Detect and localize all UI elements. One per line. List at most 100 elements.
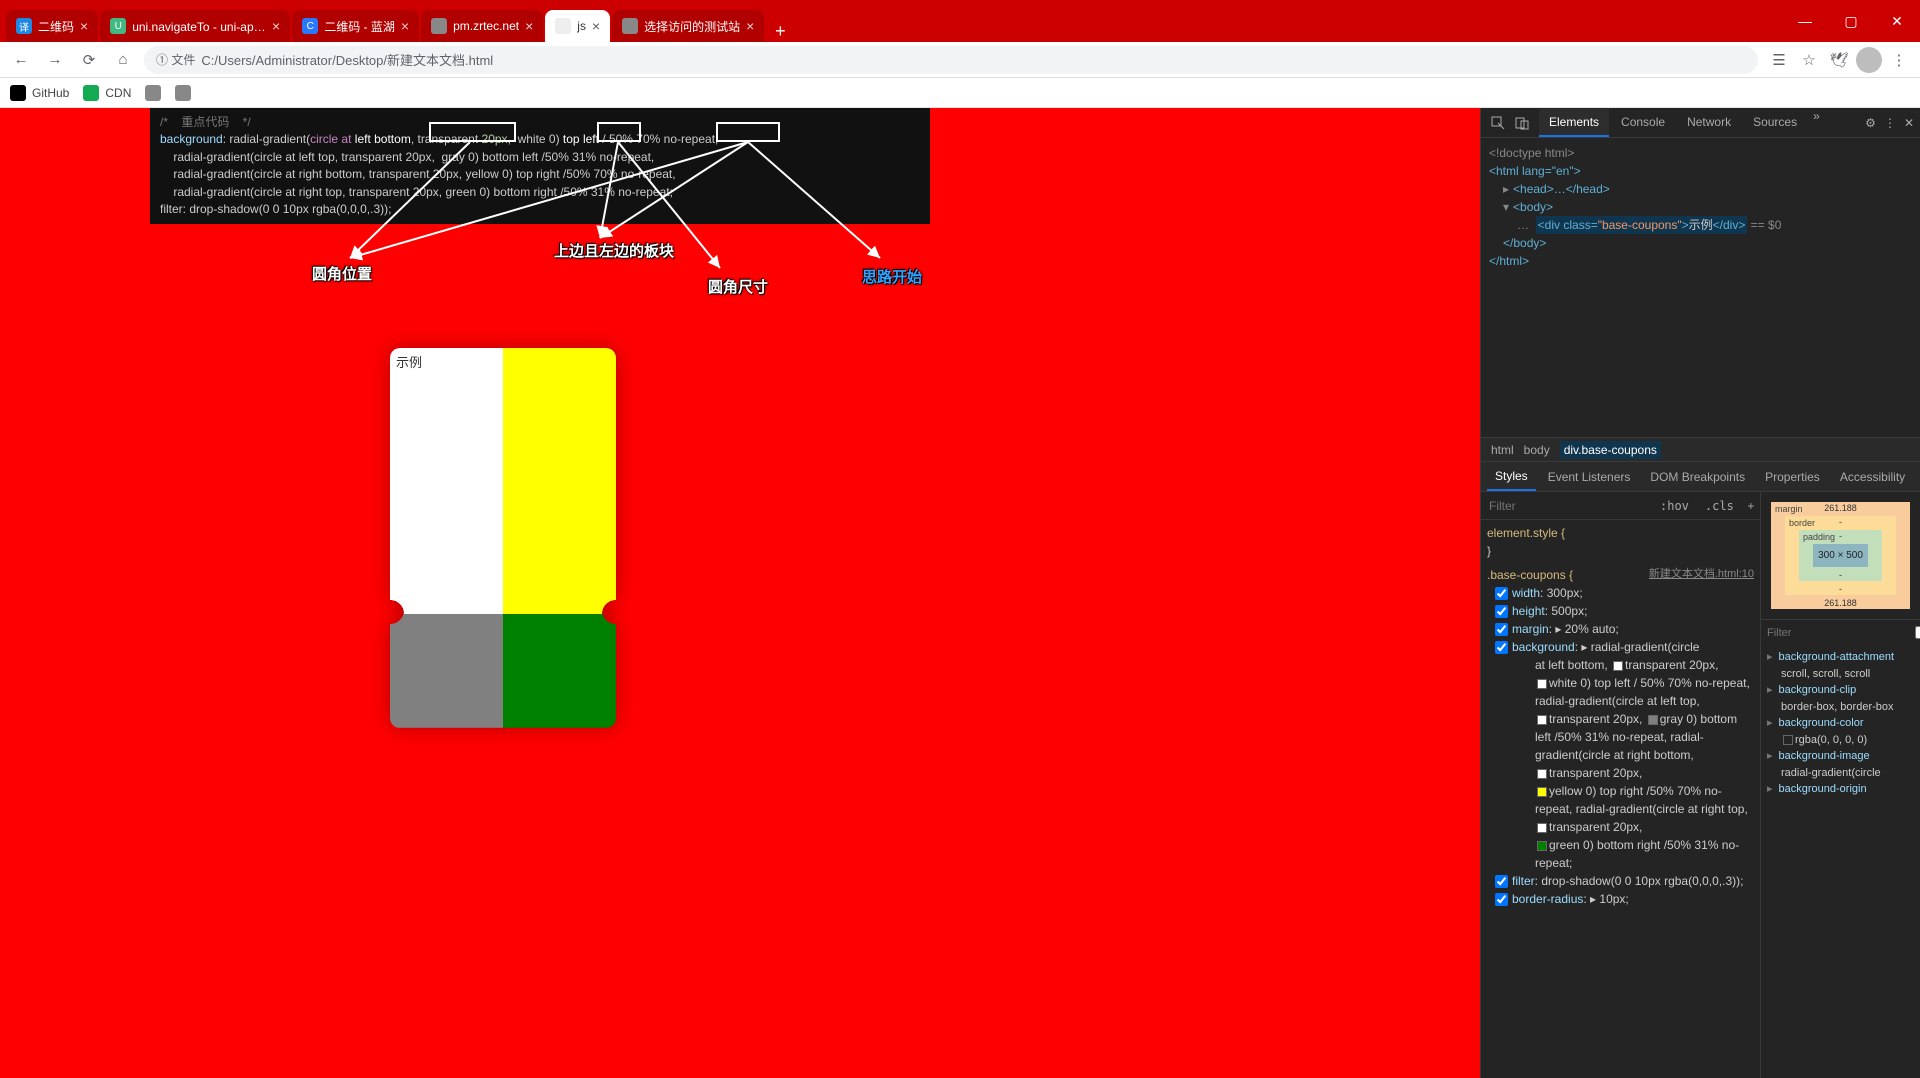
rule-toggle-border-radius[interactable]: [1495, 893, 1508, 906]
nav-home-button[interactable]: ⌂: [110, 47, 136, 73]
computed-prop-name[interactable]: background-attachment: [1779, 649, 1895, 666]
bookmark-item[interactable]: [145, 85, 161, 101]
window-maximize-button[interactable]: ▢: [1828, 0, 1874, 42]
bookmarks-bar: GitHub CDN: [0, 78, 1920, 108]
rule-toggle-margin[interactable]: [1495, 623, 1508, 636]
node-body-close[interactable]: </body>: [1503, 236, 1546, 250]
tab-close-icon[interactable]: ×: [592, 18, 600, 34]
styles-tab-styles[interactable]: Styles: [1487, 463, 1536, 491]
omnibox-file-chip: ① 文件: [156, 51, 195, 68]
chrome-menu-button[interactable]: ⋮: [1886, 47, 1912, 73]
nav-reload-button[interactable]: ⟳: [76, 47, 102, 73]
devtools-tabs-more-icon[interactable]: »: [1813, 109, 1820, 137]
styles-tab-properties[interactable]: Properties: [1757, 464, 1828, 490]
rule-toggle-width[interactable]: [1495, 587, 1508, 600]
devtools-tab-sources[interactable]: Sources: [1743, 109, 1807, 137]
computed-prop-name[interactable]: background-clip: [1779, 682, 1857, 699]
styles-new-rule-button[interactable]: +: [1742, 499, 1760, 513]
devtools-tab-console[interactable]: Console: [1611, 109, 1675, 137]
node-html-close[interactable]: </html>: [1489, 254, 1529, 268]
node-html-open[interactable]: <html lang="en">: [1489, 164, 1581, 178]
rule-toggle-height[interactable]: [1495, 605, 1508, 618]
bookmark-item[interactable]: [175, 85, 191, 101]
tab-favicon-2: C: [302, 18, 318, 34]
bookmark-label: GitHub: [32, 86, 69, 100]
rule-source-link[interactable]: 新建文本文档.html:10: [1649, 566, 1754, 583]
new-tab-button[interactable]: +: [766, 21, 794, 42]
rendered-page: /* 重点代码 */ background: radial-gradient(c…: [0, 108, 1480, 1078]
rule-element-style[interactable]: element.style { }: [1487, 524, 1754, 560]
bookmark-github[interactable]: GitHub: [10, 85, 69, 101]
computed-showall-checkbox[interactable]: [1915, 626, 1920, 639]
annotation-corner-position: 圆角位置: [312, 263, 372, 284]
tab-close-icon[interactable]: ×: [525, 18, 533, 34]
box-content-size: 300 × 500: [1813, 544, 1868, 567]
computed-prop-name[interactable]: background-origin: [1779, 781, 1867, 798]
code-line: radial-gradient(circle at right top, tra…: [160, 185, 673, 199]
tab-close-icon[interactable]: ×: [746, 18, 754, 34]
tab-3[interactable]: pm.zrtec.net ×: [421, 10, 543, 42]
computed-filter-row: Show all: [1761, 619, 1920, 645]
rule-toggle-filter[interactable]: [1495, 875, 1508, 888]
computed-properties-list[interactable]: ▸background-attachment scroll, scroll, s…: [1761, 645, 1920, 1078]
bookmark-star-icon[interactable]: ☆: [1796, 47, 1822, 73]
computed-prop-value: scroll, scroll, scroll: [1767, 666, 1914, 683]
tab-close-icon[interactable]: ×: [401, 18, 409, 34]
tab-4-active[interactable]: js ×: [545, 10, 610, 42]
window-close-button[interactable]: ✕: [1874, 0, 1920, 42]
code-prop: background: [160, 132, 223, 146]
devtools-tab-elements[interactable]: Elements: [1539, 109, 1609, 137]
tab-0[interactable]: 译 二维码 ×: [6, 10, 98, 42]
rule-toggle-background[interactable]: [1495, 641, 1508, 654]
annotation-top-left-block: 上边且左边的板块: [554, 240, 674, 261]
rule-base-coupons[interactable]: 新建文本文档.html:10 .base-coupons { width: 30…: [1487, 566, 1754, 908]
tab-close-icon[interactable]: ×: [272, 18, 280, 34]
box-model-diagram[interactable]: margin 261.188 border - padding - 300 × …: [1761, 492, 1920, 619]
devtools-tab-network[interactable]: Network: [1677, 109, 1741, 137]
omnibox[interactable]: ① 文件 C:/Users/Administrator/Desktop/新建文本…: [144, 46, 1758, 74]
window-minimize-button[interactable]: —: [1782, 0, 1828, 42]
device-toggle-icon[interactable]: [1511, 112, 1533, 134]
breadcrumb-body[interactable]: body: [1524, 443, 1550, 457]
styles-filter-input[interactable]: [1481, 499, 1652, 513]
box-border-label: border: [1789, 518, 1815, 528]
styles-tab-accessibility[interactable]: Accessibility: [1832, 464, 1913, 490]
styles-tab-dom-breakpoints[interactable]: DOM Breakpoints: [1642, 464, 1753, 490]
devtools-close-icon[interactable]: ✕: [1904, 116, 1914, 130]
tab-label-4: js: [577, 19, 586, 33]
code-highlight-topleft: [716, 122, 780, 142]
extension-icon-1[interactable]: ☰: [1766, 47, 1792, 73]
bookmark-cdn[interactable]: CDN: [83, 85, 131, 101]
browser-toolbar: ← → ⟳ ⌂ ① 文件 C:/Users/Administrator/Desk…: [0, 42, 1920, 78]
nav-back-button[interactable]: ←: [8, 47, 34, 73]
code-highlight-leftbottom: [429, 122, 516, 142]
profile-avatar-button[interactable]: [1856, 47, 1882, 73]
selected-node-base-coupons[interactable]: <div class="base-coupons">示例</div>: [1536, 216, 1748, 234]
code-line-comment: /* 重点代码 */: [160, 115, 251, 129]
extension-icon-2[interactable]: 🕊: [1826, 47, 1852, 73]
tab-1[interactable]: U uni.navigateTo - uni-app官网 ×: [100, 10, 290, 42]
breadcrumb-div-base-coupons[interactable]: div.base-coupons: [1560, 441, 1661, 459]
breadcrumb-html[interactable]: html: [1491, 443, 1514, 457]
computed-prop-name[interactable]: background-image: [1779, 748, 1870, 765]
node-body-open[interactable]: <body>: [1513, 200, 1553, 214]
annotation-thinking-start: 思路开始: [862, 266, 922, 287]
styles-cls-toggle[interactable]: .cls: [1697, 499, 1742, 513]
nav-forward-button[interactable]: →: [42, 47, 68, 73]
tab-2[interactable]: C 二维码 - 蓝湖 ×: [292, 10, 419, 42]
node-head[interactable]: <head>…</head>: [1513, 182, 1610, 196]
devtools-settings-icon[interactable]: ⚙: [1865, 116, 1876, 130]
devtools-menu-icon[interactable]: ⋮: [1884, 116, 1896, 130]
tab-label-0: 二维码: [38, 18, 74, 35]
tab-5[interactable]: 选择访问的测试站 ×: [612, 10, 764, 42]
styles-rules-pane: :hov .cls + element.style { } 新建文本文档.htm…: [1481, 492, 1760, 1078]
devtools-elements-tree[interactable]: <!doctype html> <html lang="en"> ▸<head>…: [1481, 138, 1920, 438]
code-line: radial-gradient(circle at right bottom, …: [160, 167, 676, 181]
tab-close-icon[interactable]: ×: [80, 18, 88, 34]
computed-prop-name[interactable]: background-color: [1779, 715, 1864, 732]
styles-tab-event-listeners[interactable]: Event Listeners: [1540, 464, 1639, 490]
computed-filter-input[interactable]: [1767, 627, 1909, 639]
inspect-element-icon[interactable]: [1487, 112, 1509, 134]
window-controls: — ▢ ✕: [1782, 0, 1920, 42]
styles-hov-toggle[interactable]: :hov: [1652, 499, 1697, 513]
